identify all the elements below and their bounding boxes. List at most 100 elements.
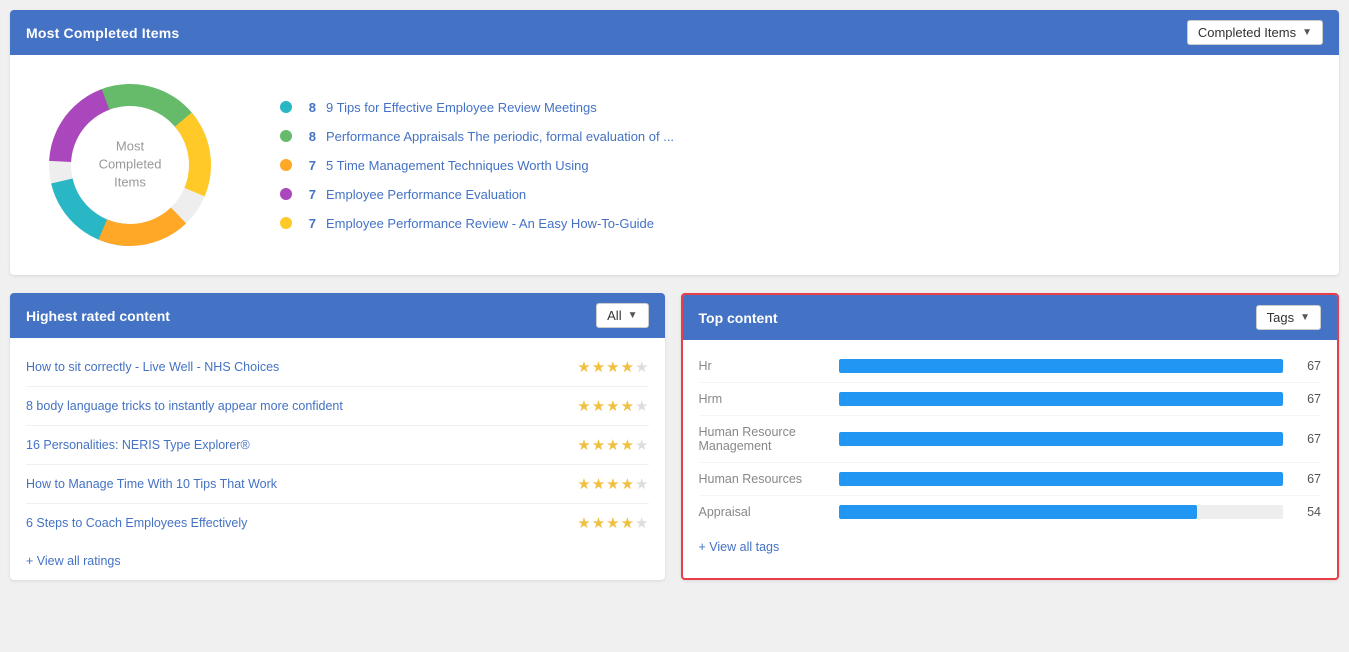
empty-star-icon: ★ [635, 436, 648, 454]
donut-chart: MostCompletedItems [40, 75, 220, 255]
bar-track [839, 392, 1284, 406]
bar-item: Human Resources 67 [699, 463, 1322, 496]
filled-star-icon: ★ [606, 397, 619, 415]
filled-star-icon: ★ [621, 514, 634, 532]
rated-item-link[interactable]: 8 body language tricks to instantly appe… [26, 399, 343, 413]
star-rating: ★★★★★ [577, 358, 648, 376]
filled-star-icon: ★ [577, 514, 590, 532]
legend-dot [280, 159, 292, 171]
bar-value: 67 [1293, 392, 1321, 406]
legend-label[interactable]: 9 Tips for Effective Employee Review Mee… [326, 100, 597, 115]
bar-value: 67 [1293, 359, 1321, 373]
bar-item: Appraisal54 [699, 496, 1322, 528]
filled-star-icon: ★ [621, 397, 634, 415]
filled-star-icon: ★ [621, 475, 634, 493]
empty-star-icon: ★ [635, 514, 648, 532]
empty-star-icon: ★ [635, 358, 648, 376]
filled-star-icon: ★ [592, 436, 605, 454]
filled-star-icon: ★ [621, 358, 634, 376]
legend-item: 8 9 Tips for Effective Employee Review Me… [280, 100, 674, 115]
legend-label[interactable]: Employee Performance Review - An Easy Ho… [326, 216, 654, 231]
top-content-body: Hr67Hrm67Human Resource Management67Huma… [683, 340, 1338, 528]
empty-star-icon: ★ [635, 475, 648, 493]
highest-rated-body: How to sit correctly - Live Well - NHS C… [10, 338, 665, 542]
highest-rated-card: Highest rated content All ▼ How to sit c… [10, 293, 665, 580]
bar-track [839, 359, 1284, 373]
bar-fill [839, 359, 1284, 373]
star-rating: ★★★★★ [577, 436, 648, 454]
legend-label[interactable]: Employee Performance Evaluation [326, 187, 526, 202]
bar-track [839, 472, 1284, 486]
highest-rated-dropdown-label: All [607, 308, 621, 323]
legend-item: 7 5 Time Management Techniques Worth Usin… [280, 158, 674, 173]
rated-item-link[interactable]: 16 Personalities: NERIS Type Explorer® [26, 438, 250, 452]
legend-count: 7 [302, 158, 316, 173]
filled-star-icon: ★ [592, 514, 605, 532]
filled-star-icon: ★ [606, 475, 619, 493]
rated-item: 16 Personalities: NERIS Type Explorer®★★… [26, 426, 649, 465]
top-content-title: Top content [699, 310, 778, 326]
legend-label[interactable]: Performance Appraisals The periodic, for… [326, 129, 674, 144]
top-content-card: Top content Tags ▼ Hr67Hrm67Human Resour… [681, 293, 1340, 580]
legend-dot [280, 130, 292, 142]
legend-count: 8 [302, 100, 316, 115]
star-rating: ★★★★★ [577, 475, 648, 493]
star-rating: ★★★★★ [577, 397, 648, 415]
highest-rated-title: Highest rated content [26, 308, 170, 324]
rated-item: How to Manage Time With 10 Tips That Wor… [26, 465, 649, 504]
filled-star-icon: ★ [621, 436, 634, 454]
bottom-row: Highest rated content All ▼ How to sit c… [10, 293, 1339, 580]
filled-star-icon: ★ [592, 475, 605, 493]
bar-label: Human Resource Management [699, 425, 829, 453]
bar-fill [839, 472, 1284, 486]
bar-label: Human Resources [699, 472, 829, 486]
rated-item: 8 body language tricks to instantly appe… [26, 387, 649, 426]
rated-item-link[interactable]: How to Manage Time With 10 Tips That Wor… [26, 477, 277, 491]
donut-svg [40, 75, 220, 255]
highest-rated-dropdown[interactable]: All ▼ [596, 303, 648, 328]
bar-track [839, 505, 1284, 519]
view-all-ratings-link[interactable]: + View all ratings [10, 542, 665, 580]
legend-dot [280, 188, 292, 200]
legend-item: 8 Performance Appraisals The periodic, fo… [280, 129, 674, 144]
bar-fill [839, 505, 1197, 519]
legend-dot [280, 101, 292, 113]
legend-count: 7 [302, 216, 316, 231]
bar-fill [839, 392, 1284, 406]
most-completed-title: Most Completed Items [26, 25, 179, 41]
filled-star-icon: ★ [577, 397, 590, 415]
completed-items-dropdown-label: Completed Items [1198, 25, 1296, 40]
legend-count: 8 [302, 129, 316, 144]
bar-fill [839, 432, 1284, 446]
bar-label: Appraisal [699, 505, 829, 519]
view-all-tags-link[interactable]: + View all tags [683, 528, 1338, 566]
star-rating: ★★★★★ [577, 514, 648, 532]
completed-items-dropdown[interactable]: Completed Items ▼ [1187, 20, 1323, 45]
top-content-header: Top content Tags ▼ [683, 295, 1338, 340]
filled-star-icon: ★ [592, 397, 605, 415]
rated-item-link[interactable]: 6 Steps to Coach Employees Effectively [26, 516, 247, 530]
legend-count: 7 [302, 187, 316, 202]
legend-item: 7 Employee Performance Review - An Easy H… [280, 216, 674, 231]
rated-item: How to sit correctly - Live Well - NHS C… [26, 348, 649, 387]
top-content-dropdown[interactable]: Tags ▼ [1256, 305, 1321, 330]
filled-star-icon: ★ [606, 436, 619, 454]
chevron-down-icon: ▼ [628, 310, 638, 321]
filled-star-icon: ★ [606, 358, 619, 376]
filled-star-icon: ★ [606, 514, 619, 532]
rated-item: 6 Steps to Coach Employees Effectively★★… [26, 504, 649, 542]
legend-dot [280, 217, 292, 229]
rated-item-link[interactable]: How to sit correctly - Live Well - NHS C… [26, 360, 279, 374]
chevron-down-icon: ▼ [1300, 312, 1310, 323]
chevron-down-icon: ▼ [1302, 27, 1312, 38]
filled-star-icon: ★ [577, 358, 590, 376]
bar-track [839, 432, 1284, 446]
bar-label: Hrm [699, 392, 829, 406]
bar-value: 67 [1293, 432, 1321, 446]
bar-item: Hr 67 [699, 350, 1322, 383]
filled-star-icon: ★ [577, 475, 590, 493]
legend-label[interactable]: 5 Time Management Techniques Worth Using [326, 158, 589, 173]
most-completed-card: Most Completed Items Completed Items ▼ M… [10, 10, 1339, 275]
bar-label: Hr [699, 359, 829, 373]
bar-value: 67 [1293, 472, 1321, 486]
